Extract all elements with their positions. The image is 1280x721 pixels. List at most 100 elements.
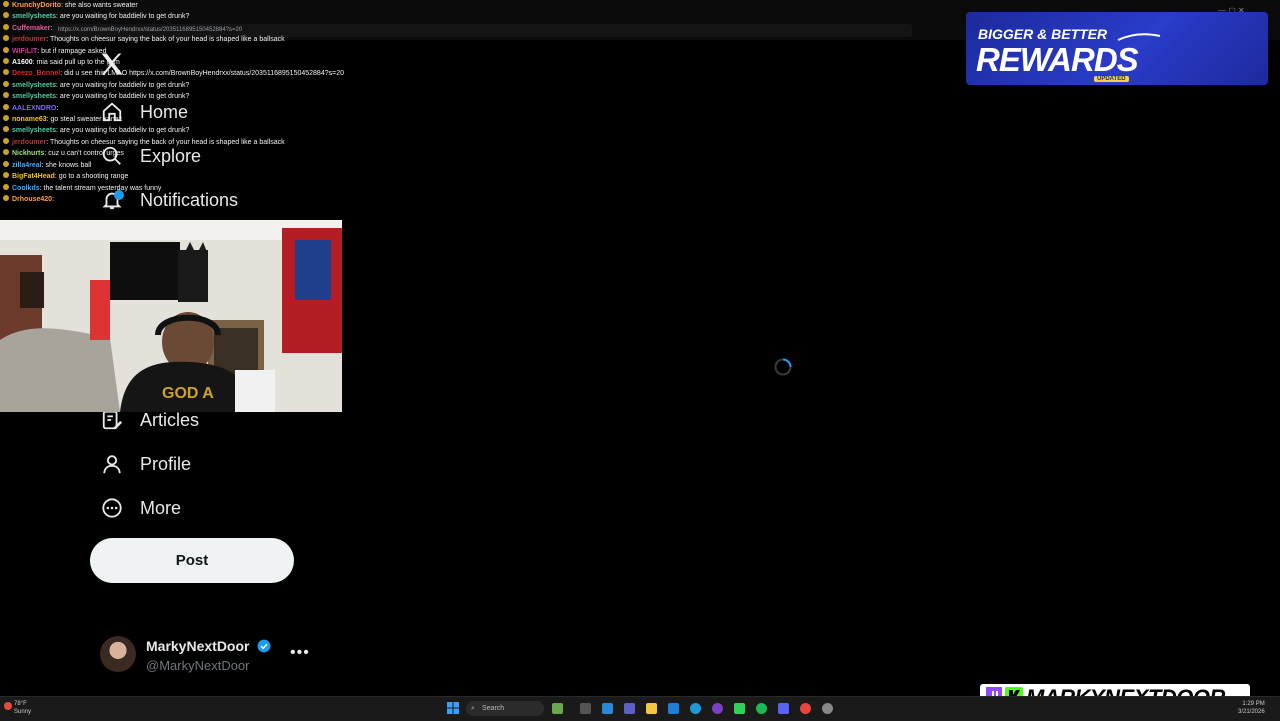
windows-start-icon[interactable]: [447, 702, 459, 714]
account-switcher[interactable]: MarkyNextDoor @MarkyNextDoor •••: [100, 636, 320, 676]
chat-badge-icon: [3, 172, 9, 179]
chat-username: noname63: [12, 116, 47, 124]
search-icon: ⌕: [471, 705, 475, 712]
stream-chat-overlay: KrunchyDorito: she also wants sweater sme…: [3, 0, 403, 205]
chat-username: KrunchyDorito: [12, 2, 61, 9]
clock-date: 3/21/2026: [1238, 709, 1265, 715]
chat-badge-icon: [3, 92, 9, 99]
chat-username: AALEXNDRO: [12, 104, 57, 112]
edge-icon[interactable]: [690, 703, 701, 714]
chat-message: smellysheets: are you waiting for baddie…: [3, 11, 403, 22]
more-icon[interactable]: •••: [290, 644, 310, 662]
system-clock[interactable]: 1:29 PM 3/21/2026: [1238, 700, 1265, 716]
account-handle: @MarkyNextDoor: [146, 658, 250, 673]
chat-message: smellysheets: are you waiting for baddie…: [3, 91, 403, 102]
taskbar-search-label: Search: [482, 705, 505, 712]
chat-username: BigFat4Head: [12, 173, 55, 181]
verified-badge-icon: [257, 639, 271, 653]
webcam-feed: GOD A: [0, 220, 342, 412]
task-view-icon[interactable]: [580, 703, 591, 714]
svg-text:GOD A: GOD A: [162, 385, 214, 402]
chat-username: smellysheets: [12, 81, 56, 89]
chat-message: Cuffemaker:: [3, 23, 403, 34]
swoosh-icon: [1117, 33, 1161, 41]
spotify-icon[interactable]: [756, 703, 767, 714]
sidebar-item-more[interactable]: More: [100, 490, 181, 526]
chrome-icon[interactable]: [800, 703, 811, 714]
chat-badge-icon: [3, 194, 9, 201]
chat-message: A1600: mia said pull up to the gym: [3, 57, 403, 68]
chat-badge-icon: [3, 23, 9, 30]
chat-message: Coolkds: the talent stream yesterday was…: [3, 183, 403, 194]
chat-text: she knows ball: [45, 161, 92, 169]
weather-alert-icon: [4, 702, 12, 710]
rewards-banner-subtitle: BIGGER & BETTER: [978, 26, 1108, 42]
chat-username: smellysheets: [12, 13, 56, 21]
chat-username: zilla4real: [12, 161, 42, 169]
chat-separator: :: [50, 24, 53, 32]
chat-text: are you waiting for baddieliv to get dru…: [59, 127, 190, 135]
post-button[interactable]: Post: [90, 538, 294, 583]
chat-text: did u see this LMAO https://x.com/BrownB…: [64, 70, 344, 78]
chat-text: cuz u can't control urges: [48, 150, 124, 158]
chat-text: are you waiting for baddieliv to get dru…: [59, 13, 190, 21]
chat-message: Nickhurts: cuz u can't control urges: [3, 148, 403, 159]
chat-username: jerdoumer: [12, 138, 47, 146]
sidebar-item-profile[interactable]: Profile: [100, 446, 191, 482]
weather-widget[interactable]: 78°F Sunny: [14, 700, 31, 716]
taskbar-search[interactable]: ⌕ Search: [466, 701, 544, 716]
teams-icon[interactable]: [624, 703, 635, 714]
store-icon[interactable]: [668, 703, 679, 714]
chat-text: are you waiting for baddieliv to get dru…: [59, 81, 190, 89]
chat-text: she also wants sweater: [64, 2, 138, 9]
settings-icon[interactable]: [822, 703, 833, 714]
chat-message: BigFat4Head: go to a shooting range: [3, 171, 403, 182]
chat-message: smellysheets: are you waiting for baddie…: [3, 125, 403, 136]
weather-condition: Sunny: [14, 709, 32, 715]
chat-text: go steal sweater xanax: [50, 116, 123, 124]
sidebar-item-label: Articles: [140, 409, 200, 430]
more-circle-icon: [100, 496, 124, 520]
chat-separator: :: [52, 195, 55, 203]
chat-username: WIFiLIT: [12, 47, 38, 55]
discord-icon[interactable]: [778, 703, 789, 714]
account-display-name: MarkyNextDoor: [146, 638, 271, 654]
chat-username: Coolkds: [12, 184, 40, 192]
chat-message: smellysheets: are you waiting for baddie…: [3, 80, 403, 91]
chat-message: KrunchyDorito: she also wants sweater: [3, 0, 403, 11]
chat-message: noname63: go steal sweater xanax: [3, 114, 403, 125]
copilot-icon[interactable]: [602, 703, 613, 714]
chat-badge-icon: [3, 46, 9, 53]
chat-username: Cuffemaker: [12, 24, 51, 32]
kick-app-icon[interactable]: [734, 703, 745, 714]
chat-separator: :: [56, 104, 59, 112]
chat-username: Nickhurts: [12, 150, 45, 158]
sidebar-item-label: Profile: [140, 453, 192, 474]
chat-username: Deezo_Bonnel: [12, 70, 61, 78]
chat-message: zilla4real: she knows ball: [3, 160, 403, 171]
chat-badge-icon: [3, 58, 9, 65]
obs-icon[interactable]: [712, 703, 723, 714]
taskbar: 78°F Sunny ⌕ Search 1:29 PM 3/21/2026: [0, 696, 1280, 721]
account-name-text: MarkyNextDoor: [146, 638, 250, 654]
rewards-banner-title: REWARDS: [976, 41, 1139, 78]
chat-username: A1600: [12, 59, 33, 67]
chat-badge-icon: [3, 137, 9, 144]
chat-username: jerdoumer: [12, 36, 47, 44]
chat-message: AALEXNDRO:: [3, 103, 403, 114]
taskbar-app-icon[interactable]: [552, 703, 563, 714]
clock-time: 1:29 PM: [1242, 701, 1265, 707]
chat-text: the talent stream yesterday was funny: [43, 184, 162, 192]
sidebar-item-label: More: [140, 497, 182, 518]
chat-badge-icon: [3, 80, 9, 87]
weather-temp: 78°F: [14, 701, 27, 707]
chat-badge-icon: [3, 160, 9, 167]
file-explorer-icon[interactable]: [646, 703, 657, 714]
chat-badge-icon: [3, 12, 9, 19]
chat-message: Deezo_Bonnel: did u see this LMAO https:…: [3, 68, 403, 79]
chat-username: Drhouse420: [12, 195, 53, 203]
chat-text: are you waiting for baddieliv to get dru…: [59, 93, 190, 101]
chat-text: mia said pull up to the gym: [36, 59, 120, 67]
loading-spinner-icon: [774, 358, 792, 376]
chat-badge-icon: [3, 35, 9, 42]
